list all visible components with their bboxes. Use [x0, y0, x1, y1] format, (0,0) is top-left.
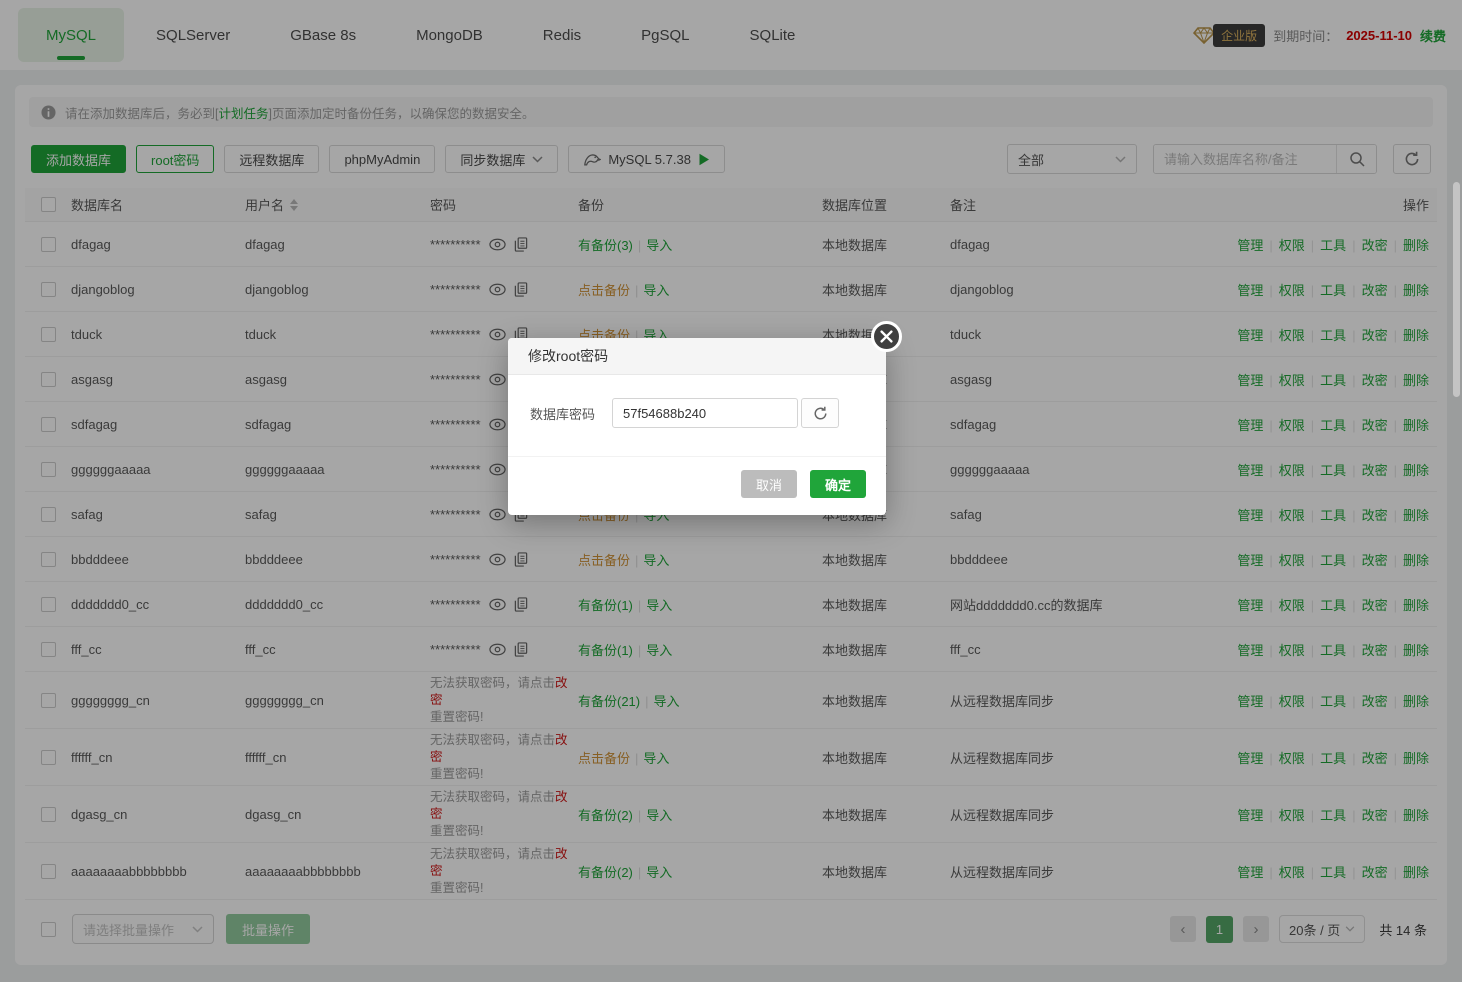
modal-title: 修改root密码	[508, 338, 886, 375]
db-password-label: 数据库密码	[530, 404, 612, 423]
regenerate-password-button[interactable]	[801, 398, 839, 428]
confirm-button[interactable]: 确定	[810, 470, 866, 498]
scrollbar-thumb[interactable]	[1453, 182, 1460, 397]
password-input-group	[612, 398, 839, 428]
root-password-modal: 修改root密码 数据库密码 取消 确定	[508, 338, 886, 515]
modal-close-button[interactable]	[871, 321, 902, 352]
modal-body: 数据库密码	[508, 375, 886, 456]
db-password-input[interactable]	[612, 398, 798, 428]
modal-footer: 取消 确定	[508, 456, 886, 515]
cancel-button[interactable]: 取消	[741, 470, 797, 498]
